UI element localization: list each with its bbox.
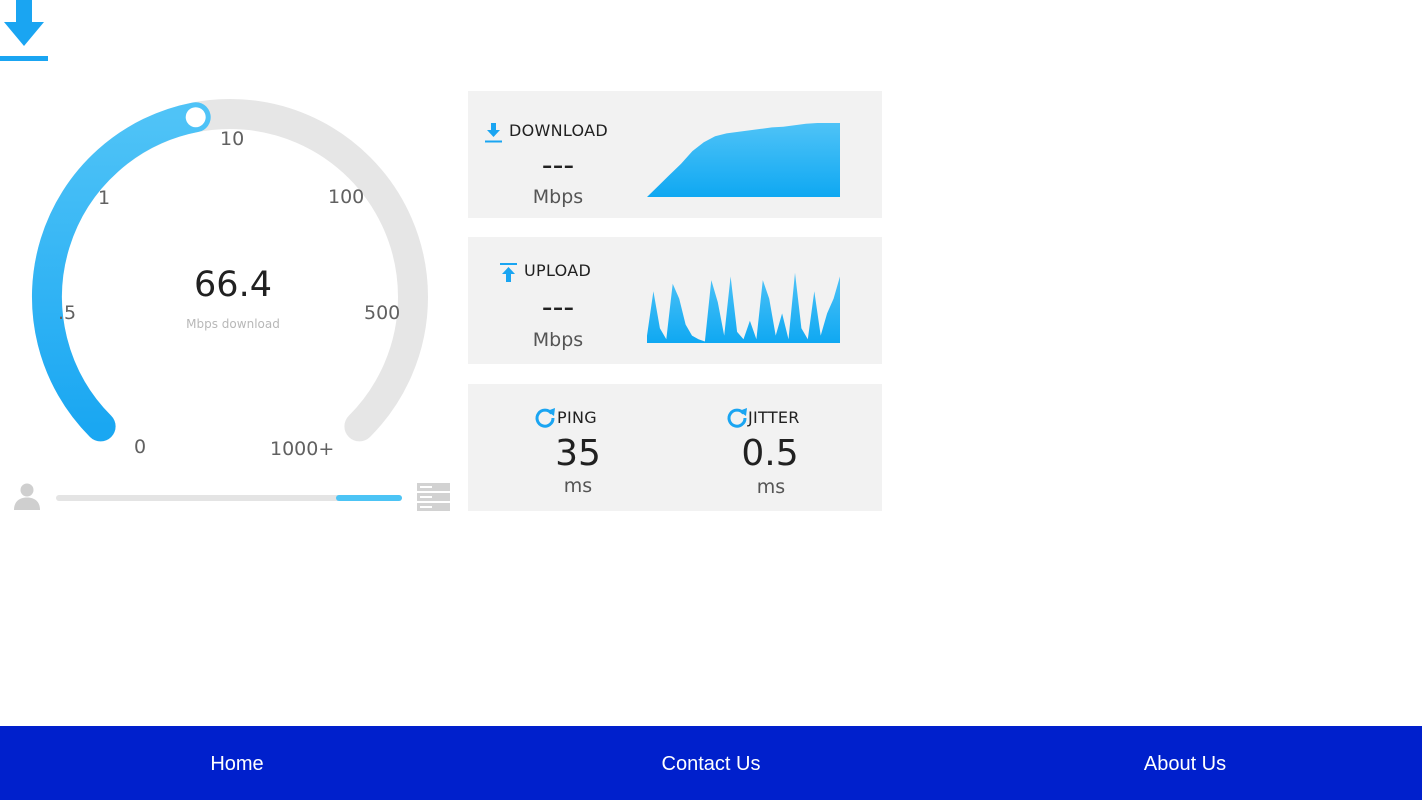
download-sparkline-area <box>647 123 840 197</box>
bottom-navigation-bar: Home Contact Us About Us <box>0 726 1422 800</box>
gauge-tick-label: 500 <box>364 302 401 324</box>
download-value: --- <box>541 148 575 183</box>
jitter-value: 0.5 <box>741 433 799 474</box>
download-speed-sparkline <box>647 123 840 197</box>
upload-title: UPLOAD <box>524 261 592 280</box>
gauge-dial <box>31 99 428 442</box>
gauge-tick-label: 1000+ <box>270 438 335 460</box>
refresh-icon <box>535 408 555 428</box>
refresh-icon <box>727 408 747 428</box>
ping-value: 35 <box>555 433 601 474</box>
user-icon <box>14 483 40 510</box>
current-speed-unit: Mbps download <box>186 317 280 331</box>
download-arrow-icon <box>0 0 48 61</box>
ping-unit: ms <box>563 475 593 497</box>
ping-title: PING <box>557 408 597 427</box>
jitter-title: JITTER <box>748 408 800 427</box>
download-card: DOWNLOAD --- Mbps <box>468 91 882 218</box>
nav-about-link[interactable]: About Us <box>948 726 1422 800</box>
upload-card: UPLOAD --- Mbps <box>468 237 882 364</box>
upload-value: --- <box>541 290 575 325</box>
upload-sparkline-area <box>647 272 840 343</box>
gauge-tick-label: 10 <box>220 128 245 150</box>
gauge-tick-label: 1 <box>98 187 111 209</box>
upload-unit: Mbps <box>532 329 584 351</box>
test-progress-fill <box>336 495 402 501</box>
gauge-needle-knob <box>185 107 206 128</box>
download-title: DOWNLOAD <box>509 121 609 140</box>
download-icon <box>485 123 502 143</box>
upload-speed-sparkline <box>647 272 840 343</box>
gauge-tick-label: 0 <box>134 436 147 458</box>
download-unit: Mbps <box>532 186 584 208</box>
nav-home-link[interactable]: Home <box>0 726 474 800</box>
test-progress-bar <box>56 495 402 501</box>
upload-icon <box>500 263 517 282</box>
latency-card: PING 35 ms JITTER 0.5 ms <box>468 384 882 511</box>
nav-contact-link[interactable]: Contact Us <box>474 726 948 800</box>
gauge-tick-label: 100 <box>328 186 365 208</box>
current-speed-value: 66.4 <box>194 265 272 305</box>
jitter-unit: ms <box>756 476 786 498</box>
gauge-tick-label: .5 <box>58 302 77 324</box>
server-icon <box>417 483 450 511</box>
speed-gauge: 0 .5 1 10 100 500 1000+ 66.4 Mbps downlo… <box>0 0 460 470</box>
